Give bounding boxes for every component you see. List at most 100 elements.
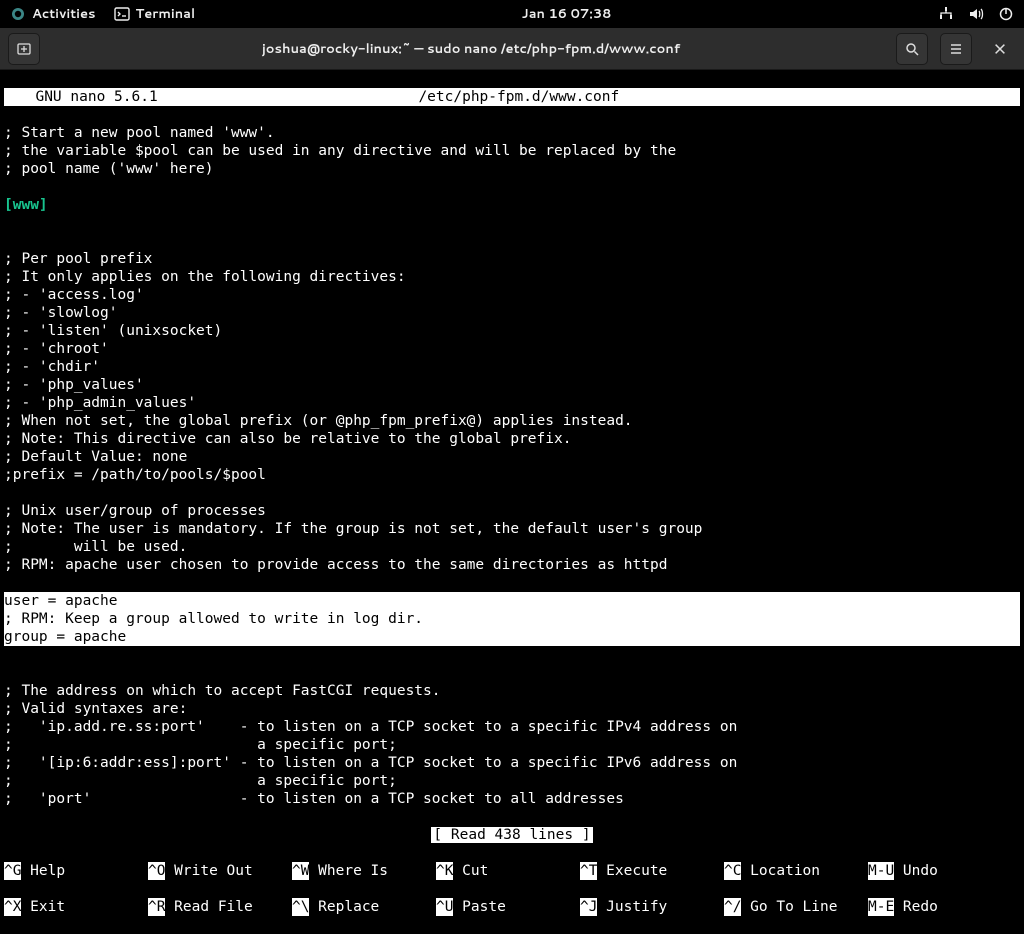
editor-line: ; The address on which to accept FastCGI… (4, 682, 1020, 700)
shortcut-key: ^C (724, 862, 741, 880)
gnome-clock[interactable]: Jan 16 07:38 (522, 5, 612, 23)
power-icon (998, 6, 1014, 22)
nano-shortcut: ^GHelp (4, 862, 148, 880)
shortcut-key: ^T (580, 862, 597, 880)
gnome-status-area[interactable] (938, 6, 1014, 22)
shortcut-key: ^O (148, 862, 165, 880)
shortcut-label: Location (741, 862, 820, 880)
editor-line: ; '[ip:6:addr:ess]:port' - to listen on … (4, 754, 1020, 772)
editor-line: ; - 'php_admin_values' (4, 394, 1020, 412)
editor-line: ; - 'access.log' (4, 286, 1020, 304)
nano-title-bar: GNU nano 5.6.1/etc/php-fpm.d/www.conf (4, 88, 1020, 106)
editor-line: ; Per pool prefix (4, 250, 1020, 268)
editor-line (4, 232, 1020, 250)
nano-shortcuts-row-1: ^GHelp^OWrite Out^WWhere Is^KCut^TExecut… (4, 862, 1020, 880)
editor-lines-mid: ; Per pool prefix; It only applies on th… (4, 232, 1020, 574)
new-tab-icon (16, 41, 32, 57)
shortcut-key: ^X (4, 898, 21, 916)
editor-line (4, 484, 1020, 502)
editor-line: ; Default Value: none (4, 448, 1020, 466)
nano-shortcut: M-ERedo (868, 898, 1012, 916)
shortcut-label: Execute (597, 862, 667, 880)
clock-label: Jan 16 07:38 (522, 5, 612, 23)
editor-line: ; a specific port; (4, 772, 1020, 790)
new-tab-button[interactable] (8, 33, 40, 65)
editor-line: ; will be used. (4, 538, 1020, 556)
search-icon (904, 41, 920, 57)
shortcut-label: Justify (597, 898, 667, 916)
menu-button[interactable] (940, 33, 972, 65)
shortcut-key: ^R (148, 898, 165, 916)
shortcut-key: ^U (436, 898, 453, 916)
editor-line: group = apache (4, 628, 1020, 646)
editor-line: ; Valid syntaxes are: (4, 700, 1020, 718)
editor-line: ;prefix = /path/to/pools/$pool (4, 466, 1020, 484)
editor-section-header: [www] (4, 196, 1020, 214)
editor-line: ; RPM: Keep a group allowed to write in … (4, 610, 1020, 628)
editor-line: ; 'ip.add.re.ss:port' - to listen on a T… (4, 718, 1020, 736)
editor-line: ; 'port' - to listen on a TCP socket to … (4, 790, 1020, 808)
nano-shortcut: ^KCut (436, 862, 580, 880)
current-app[interactable]: Terminal (114, 5, 196, 23)
gnome-left: Activities Terminal (10, 5, 195, 23)
shortcut-label: Replace (309, 898, 379, 916)
editor-line: ; Unix user/group of processes (4, 502, 1020, 520)
editor-lines-top: ; Start a new pool named 'www'.; the var… (4, 124, 1020, 178)
nano-version: GNU nano 5.6.1 (4, 88, 158, 106)
shortcut-label: Go To Line (741, 898, 837, 916)
activities-button[interactable]: Activities (10, 5, 96, 23)
shortcut-label: Where Is (309, 862, 388, 880)
shortcut-label: Write Out (165, 862, 252, 880)
editor-line: ; pool name ('www' here) (4, 160, 1020, 178)
editor-line: ; the variable $pool can be used in any … (4, 142, 1020, 160)
editor-line: ; Note: This directive can also be relat… (4, 430, 1020, 448)
shortcut-label: Read File (165, 898, 252, 916)
close-icon (993, 42, 1007, 56)
nano-shortcut: M-UUndo (868, 862, 1012, 880)
nano-shortcut: ^XExit (4, 898, 148, 916)
editor-line: ; When not set, the global prefix (or @p… (4, 412, 1020, 430)
volume-icon (968, 6, 984, 22)
editor-line: ; Start a new pool named 'www'. (4, 124, 1020, 142)
nano-shortcut: ^RRead File (148, 898, 292, 916)
app-label: Terminal (136, 5, 196, 23)
editor-line: ; - 'php_values' (4, 376, 1020, 394)
nano-shortcut: ^CLocation (724, 862, 868, 880)
nano-shortcut: ^TExecute (580, 862, 724, 880)
shortcut-key: M-U (868, 862, 894, 880)
shortcut-label: Help (21, 862, 65, 880)
shortcut-label: Cut (453, 862, 488, 880)
editor-lines-selected: user = apache; RPM: Keep a group allowed… (4, 592, 1020, 646)
window-title: joshua@rocky-linux:~ — sudo nano /etc/ph… (46, 40, 896, 58)
search-button[interactable] (896, 33, 928, 65)
shortcut-key: ^K (436, 862, 453, 880)
nano-status-line: [ Read 438 lines ] (4, 826, 1020, 844)
shortcut-label: Exit (21, 898, 65, 916)
editor-line: ; RPM: apache user chosen to provide acc… (4, 556, 1020, 574)
terminal-headerbar: joshua@rocky-linux:~ — sudo nano /etc/ph… (0, 28, 1024, 70)
editor-lines-bottom: ; The address on which to accept FastCGI… (4, 664, 1020, 808)
close-button[interactable] (984, 33, 1016, 65)
nano-shortcuts-row-2: ^XExit^RRead File^\Replace^UPaste^JJusti… (4, 898, 1020, 916)
shortcut-key: ^G (4, 862, 21, 880)
editor-line: user = apache (4, 592, 1020, 610)
gnome-top-bar: Activities Terminal Jan 16 07:38 (0, 0, 1024, 28)
activities-label: Activities (32, 5, 96, 23)
editor-line: ; - 'listen' (unixsocket) (4, 322, 1020, 340)
shortcut-key: ^W (292, 862, 309, 880)
network-icon (938, 6, 954, 22)
shortcut-label: Undo (894, 862, 938, 880)
shortcut-label: Redo (894, 898, 938, 916)
nano-shortcut: ^OWrite Out (148, 862, 292, 880)
shortcut-key: ^J (580, 898, 597, 916)
editor-line: ; Note: The user is mandatory. If the gr… (4, 520, 1020, 538)
editor-line: ; - 'chdir' (4, 358, 1020, 376)
activities-icon (10, 6, 26, 22)
shortcut-key: M-E (868, 898, 894, 916)
nano-shortcut: ^WWhere Is (292, 862, 436, 880)
editor-line: ; - 'chroot' (4, 340, 1020, 358)
nano-shortcut: ^UPaste (436, 898, 580, 916)
nano-shortcut: ^\Replace (292, 898, 436, 916)
terminal-body[interactable]: GNU nano 5.6.1/etc/php-fpm.d/www.conf ; … (0, 70, 1024, 934)
nano-shortcut: ^/Go To Line (724, 898, 868, 916)
